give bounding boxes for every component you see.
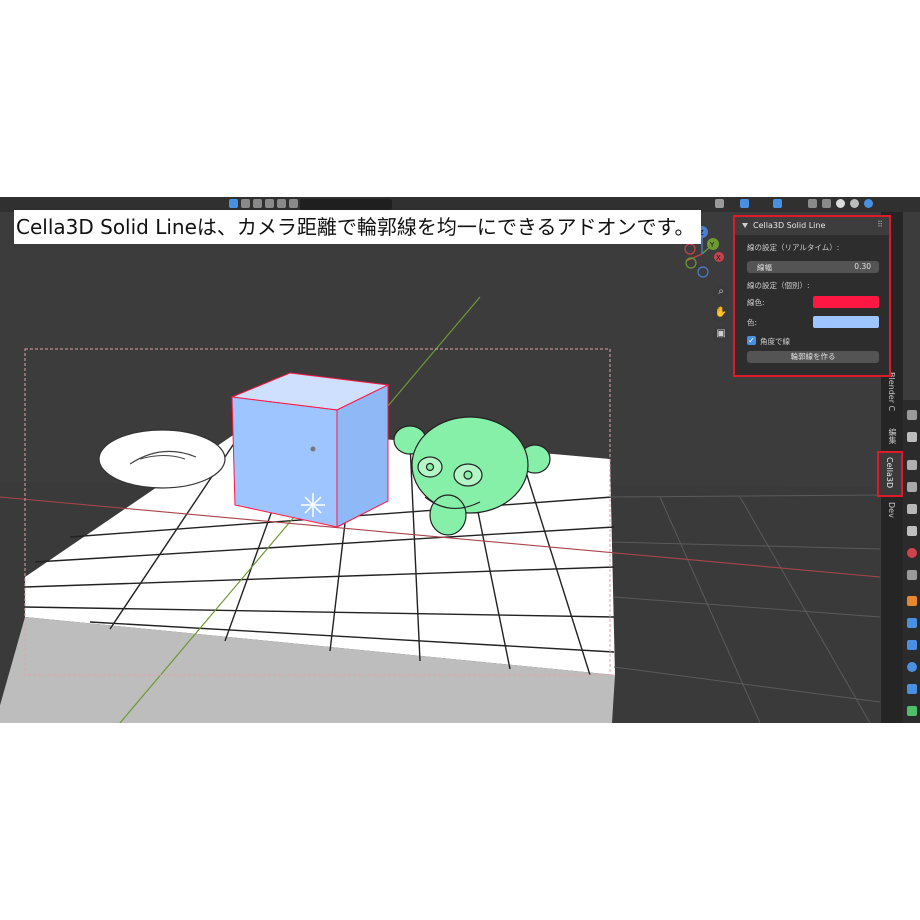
collapse-triangle-icon[interactable] [742,223,748,228]
tab-cella3d[interactable]: Cella3D [877,451,903,497]
individual-section-label: 線の設定（個別）: [747,281,810,290]
tool-settings-icon[interactable] [907,432,917,442]
camera-view-button[interactable]: ▣ [713,327,729,343]
gizmo-neg-z[interactable] [697,266,709,278]
torus-object[interactable] [98,429,226,489]
scene-icon[interactable] [907,526,917,536]
hand-icon: ✋ [714,307,728,318]
drag-handle-icon[interactable]: ⠿ [877,220,883,229]
realtime-section-label: 線の設定（リアルタイム）: [747,243,840,252]
line-width-field[interactable]: 線幅 0.30 [747,261,879,273]
fill-color-swatch[interactable] [813,316,879,328]
collection-icon[interactable] [907,570,917,580]
output-icon[interactable] [907,482,917,492]
zoom-button[interactable]: ⌕ [713,285,729,301]
pan-button[interactable]: ✋ [713,306,729,322]
outline-color-swatch[interactable] [813,296,879,308]
view-layer-icon[interactable] [907,504,917,514]
tab-dev[interactable]: Dev [887,502,896,518]
cube-front[interactable] [231,396,338,528]
tool-icon[interactable] [907,410,917,420]
tab-item[interactable]: 編集 [887,428,898,444]
tab-blender[interactable]: Blender C [887,372,896,411]
physics-icon[interactable] [907,662,917,672]
angle-line-label: 角度で線 [760,337,790,346]
line-width-value: 0.30 [854,262,871,271]
gizmo-y-label: Y [709,241,715,249]
caption-banner: Cella3D Solid Lineは、カメラ距離で輪郭線を均一にできるアドオン… [14,210,701,244]
gizmo-neg-x[interactable] [684,243,696,255]
cella3d-panel: Cella3D Solid Line ⠿ 線の設定（リアルタイム）: 線幅 0.… [733,215,891,377]
fill-color-label: 色: [747,318,758,327]
create-outline-button[interactable]: 輪郭線を作る [747,351,879,363]
line-width-label: 線幅 [757,263,772,272]
properties-tabs [903,400,920,723]
tab-cella3d-label: Cella3D [885,457,894,489]
render-icon[interactable] [907,460,917,470]
modifier-icon[interactable] [907,618,917,628]
gizmo-x-label: X [716,254,721,262]
constraints-icon[interactable] [907,684,917,694]
panel-header[interactable]: Cella3D Solid Line ⠿ [735,217,889,235]
panel-title: Cella3D Solid Line [753,221,826,230]
camera-icon: ▣ [716,328,726,339]
angle-line-checkbox[interactable]: ✓ [747,336,756,345]
particles-icon[interactable] [907,640,917,650]
magnifier-icon: ⌕ [718,286,724,297]
outline-color-label: 線色: [747,298,765,307]
world-icon[interactable] [907,548,917,558]
object-icon[interactable] [907,596,917,606]
cube-origin-dot [310,446,316,452]
data-icon[interactable] [907,706,917,716]
